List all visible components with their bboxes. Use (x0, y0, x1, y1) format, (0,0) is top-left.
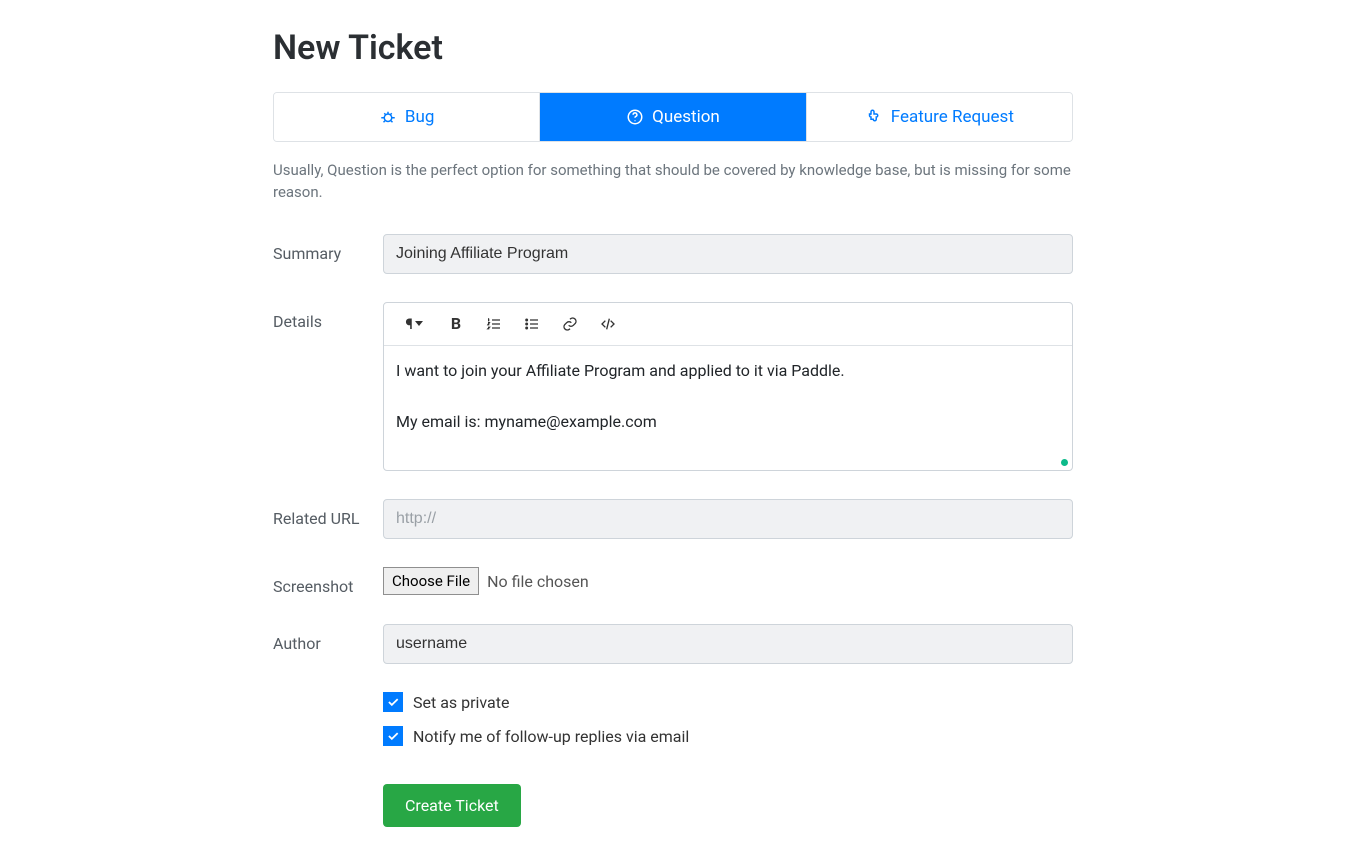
pilcrow-icon: ¶ (405, 315, 412, 333)
summary-label: Summary (273, 234, 383, 263)
link-button[interactable] (552, 311, 588, 337)
tab-question[interactable]: Question (540, 93, 806, 141)
unordered-list-icon (524, 316, 540, 332)
file-status-text: No file chosen (487, 572, 589, 591)
author-input[interactable] (383, 624, 1073, 664)
bold-icon: B (451, 314, 461, 333)
tab-question-label: Question (652, 107, 720, 127)
details-editor: ¶ B (383, 302, 1073, 472)
private-checkbox-label: Set as private (413, 693, 509, 712)
unordered-list-button[interactable] (514, 311, 550, 337)
details-textarea[interactable]: I want to join your Affiliate Program an… (384, 346, 1072, 471)
check-icon (386, 695, 400, 709)
summary-input[interactable] (383, 234, 1073, 274)
editor-toolbar: ¶ B (384, 303, 1072, 346)
ordered-list-button[interactable] (476, 311, 512, 337)
ordered-list-icon (486, 316, 502, 332)
create-ticket-button[interactable]: Create Ticket (383, 784, 521, 827)
details-line-1: I want to join your Affiliate Program an… (396, 358, 1060, 384)
tab-feature-label: Feature Request (891, 107, 1014, 127)
bold-button[interactable]: B (438, 311, 474, 337)
page-title: New Ticket (273, 28, 1073, 68)
screenshot-label: Screenshot (273, 567, 383, 596)
details-label: Details (273, 302, 383, 331)
tab-bug-label: Bug (405, 107, 435, 127)
choose-file-button[interactable]: Choose File (383, 567, 479, 595)
details-line-2: My email is: myname@example.com (396, 409, 1060, 435)
check-icon (386, 729, 400, 743)
notify-checkbox-label: Notify me of follow-up replies via email (413, 727, 689, 746)
paragraph-style-button[interactable]: ¶ (392, 311, 436, 337)
chevron-down-icon (415, 321, 423, 326)
notify-checkbox[interactable] (383, 726, 403, 746)
tab-feature-request[interactable]: Feature Request (807, 93, 1072, 141)
related-url-input[interactable] (383, 499, 1073, 539)
question-icon (626, 108, 644, 126)
author-label: Author (273, 624, 383, 653)
tab-bug[interactable]: Bug (274, 93, 540, 141)
link-icon (562, 316, 578, 332)
code-icon (600, 316, 616, 332)
puzzle-icon (865, 108, 883, 126)
code-button[interactable] (590, 311, 626, 337)
ticket-type-tabs: Bug Question Feature Request (273, 92, 1073, 142)
related-url-label: Related URL (273, 499, 383, 528)
bug-icon (379, 108, 397, 126)
private-checkbox[interactable] (383, 692, 403, 712)
tab-helptext: Usually, Question is the perfect option … (273, 160, 1073, 204)
